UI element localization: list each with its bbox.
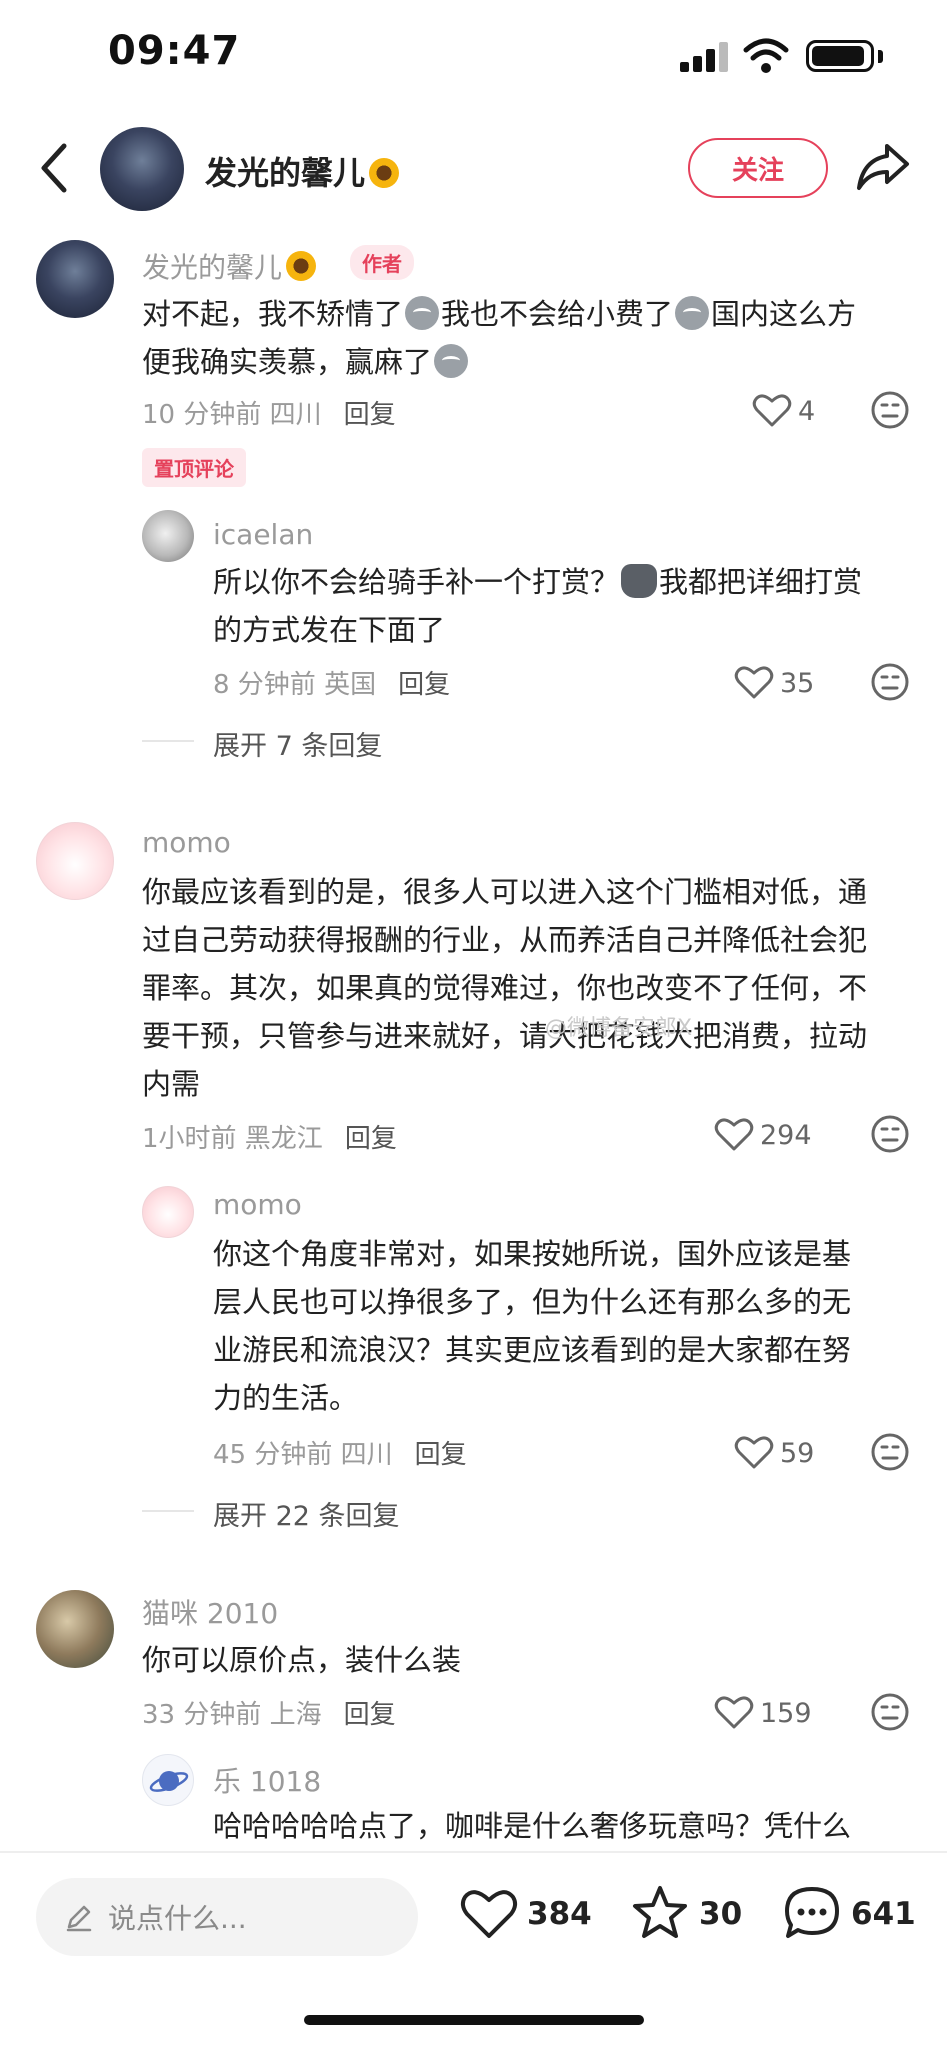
comment-input-placeholder: 说点什么... (108, 1902, 247, 1935)
dislike-face-icon[interactable] (870, 390, 910, 430)
reply-text: 哈哈哈哈哈点了，咖啡是什么奢侈玩意吗？凭什么 (213, 1809, 852, 1843)
avatar[interactable] (142, 1754, 194, 1806)
header-avatar[interactable] (100, 127, 184, 211)
comment-username[interactable]: 发光的馨儿 (142, 246, 317, 286)
expand-divider (142, 1510, 194, 1512)
battery-icon (806, 40, 874, 72)
heart-icon[interactable] (752, 392, 792, 428)
comment-line: 要干预，只管参与进来就好，请大把花钱大把消费，拉动 (142, 1019, 868, 1053)
comment-total: 641 (851, 1896, 916, 1932)
avatar[interactable] (36, 1590, 114, 1668)
star-icon[interactable] (630, 1884, 690, 1942)
speechless-emoji-icon (675, 296, 710, 330)
reply-line: 业游民和流浪汉？其实更应该看到的是大家都在努 (213, 1333, 852, 1367)
reply-button[interactable]: 回复 (345, 1124, 397, 1154)
comment-username[interactable]: momo (142, 826, 231, 859)
comment-meta: 1小时前 黑龙江 回复 (142, 1124, 397, 1154)
reply-text: 所以你不会给骑手补一个打赏？ 我都把详细打赏 的方式发在下面了 (213, 564, 863, 647)
comment-text: 你最应该看到的是，很多人可以进入这个门槛相对低，通 过自己劳动获得报酬的行业，从… (142, 868, 932, 1108)
reply-button[interactable]: 回复 (344, 1700, 396, 1730)
cellular-signal-icon (680, 42, 728, 72)
like-total: 384 (527, 1896, 592, 1932)
heart-icon[interactable] (734, 1434, 774, 1470)
comment-input[interactable]: 说点什么... (36, 1878, 418, 1956)
reply-line: 层人民也可以挣很多了，但为什么还有那么多的无 (213, 1285, 852, 1319)
reply-username[interactable]: 乐 1018 (213, 1760, 321, 1800)
reply-meta: 45 分钟前 四川 回复 (213, 1440, 467, 1470)
battery-tip (878, 50, 883, 63)
comment-line: 罪率。其次，如果真的觉得难过，你也改变不了任何，不 (142, 971, 868, 1005)
heart-icon[interactable] (714, 1694, 754, 1730)
like-count: 4 (798, 396, 816, 427)
status-time: 09:47 (108, 28, 241, 74)
like-count: 59 (780, 1438, 815, 1469)
comment-text: 对不起，我不矫情了 我也不会给小费了 国内这么方 便我确实羡慕，赢麻了 (142, 296, 857, 379)
back-arrow-icon[interactable] (36, 140, 72, 196)
reply-username[interactable]: momo (213, 1188, 302, 1221)
avatar[interactable] (36, 822, 114, 900)
expand-divider (142, 740, 194, 742)
reply-text: 你这个角度非常对，如果按她所说，国外应该是基 层人民也可以挣很多了，但为什么还有… (213, 1230, 933, 1422)
comment-line: 过自己劳动获得报酬的行业，从而养活自己并降低社会犯 (142, 923, 868, 957)
comment-bubble-icon[interactable] (782, 1884, 842, 1942)
comment-line: 内需 (142, 1067, 201, 1101)
speechless-emoji-icon (434, 344, 469, 378)
comment-line: 你最应该看到的是，很多人可以进入这个门槛相对低，通 (142, 875, 868, 909)
avatar[interactable] (36, 240, 114, 318)
share-icon[interactable] (855, 142, 911, 192)
favorite-total: 30 (699, 1896, 743, 1932)
follow-button[interactable]: 关注 (688, 138, 828, 198)
dislike-face-icon[interactable] (870, 1432, 910, 1472)
dislike-face-icon[interactable] (870, 1114, 910, 1154)
avatar[interactable] (142, 1186, 194, 1238)
heart-icon[interactable] (734, 664, 774, 700)
cat-emoji-icon (621, 564, 658, 598)
reply-button[interactable]: 回复 (398, 670, 450, 700)
comment-text: 你可以原价点，装什么装 (142, 1643, 462, 1677)
pinned-comment-badge: 置顶评论 (142, 448, 246, 487)
dislike-face-icon[interactable] (870, 1692, 910, 1732)
comment-meta: 10 分钟前 四川 回复 (142, 400, 396, 430)
header-username: 发光的馨儿 (205, 154, 366, 192)
wifi-icon (743, 38, 789, 73)
watermark: @微博备安郎X (545, 1016, 693, 1041)
reply-line: 力的生活。 (213, 1381, 359, 1415)
speechless-emoji-icon (405, 296, 440, 330)
reply-username[interactable]: icaelan (213, 518, 313, 551)
expand-replies-button[interactable]: 展开 7 条回复 (213, 724, 382, 763)
reply-button[interactable]: 回复 (415, 1440, 467, 1470)
reply-line: 你这个角度非常对，如果按她所说，国外应该是基 (213, 1237, 852, 1271)
expand-replies-button[interactable]: 展开 22 条回复 (213, 1494, 400, 1533)
author-badge: 作者 (350, 245, 414, 280)
pencil-icon (66, 1905, 92, 1932)
comment-username[interactable]: 猫咪 2010 (142, 1592, 278, 1632)
heart-icon[interactable] (714, 1116, 754, 1152)
like-count: 159 (760, 1698, 812, 1729)
avatar[interactable] (142, 510, 194, 562)
like-count: 35 (780, 668, 815, 699)
reply-button[interactable]: 回复 (344, 400, 396, 430)
home-indicator[interactable] (304, 2015, 644, 2025)
page-title: 发光的馨儿 (205, 148, 400, 194)
like-heart-icon[interactable] (460, 1888, 518, 1940)
reply-meta: 8 分钟前 英国 回复 (213, 670, 451, 700)
dislike-face-icon[interactable] (870, 662, 910, 702)
sunflower-icon (286, 251, 317, 281)
comment-meta: 33 分钟前 上海 回复 (142, 1700, 396, 1730)
planet-icon (149, 1771, 189, 1792)
like-count: 294 (760, 1120, 812, 1151)
sunflower-icon (369, 158, 400, 188)
